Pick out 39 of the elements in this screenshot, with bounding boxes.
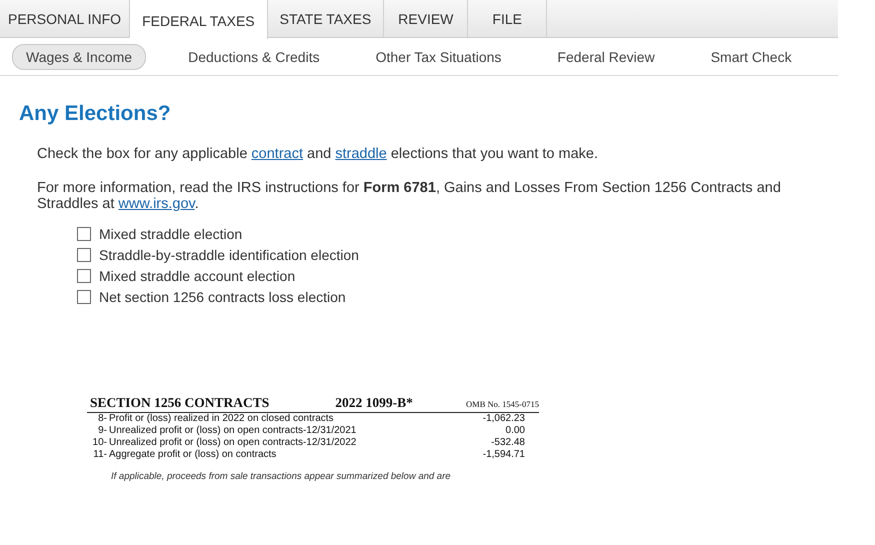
checkbox[interactable] <box>77 269 91 283</box>
checkbox-label: Mixed straddle election <box>99 226 242 242</box>
checkbox[interactable] <box>77 227 91 241</box>
line-amount: -1,594.71 <box>482 449 525 461</box>
line-label: Unrealized profit or (loss) on open contracts-12/31/2022 <box>109 437 358 449</box>
line-number: 9- <box>97 425 108 437</box>
checkbox-label: Mixed straddle account election <box>99 268 296 284</box>
line-number: 11- <box>92 449 108 461</box>
form-note: If applicable, proceeds from sale transactions appear summarized below and are <box>111 471 452 482</box>
instruction-text: Check the box for any applicable contract and straddle elections that you want to make. <box>37 146 600 162</box>
checkbox[interactable] <box>77 290 91 304</box>
subnav-tab[interactable]: Deductions & Credits <box>174 44 334 70</box>
line-number: 8- <box>97 413 108 425</box>
nav-tab[interactable]: STATE TAXES <box>268 0 384 37</box>
checkbox-label: Straddle-by-straddle identification election <box>99 247 359 263</box>
text-link[interactable]: straddle <box>335 146 387 162</box>
checkbox[interactable] <box>77 248 91 262</box>
line-amount: -532.48 <box>490 437 525 449</box>
checkbox-label: Net section 1256 contracts loss election <box>99 289 346 305</box>
line-number: 10- <box>92 437 108 449</box>
omb-number: OMB No. 1545-0715 <box>466 399 539 409</box>
form-title: SECTION 1256 CONTRACTS <box>90 395 270 411</box>
nav-tab[interactable]: FILE <box>468 0 547 37</box>
form-name: 2022 1099-B* <box>335 395 413 411</box>
page-heading: Any Elections? <box>19 102 172 126</box>
line-label: Unrealized profit or (loss) on open contracts-12/31/2021 <box>109 425 358 437</box>
line-label: Aggregate profit or (loss) on contracts <box>109 449 278 461</box>
subnav-tab[interactable]: Federal Review <box>543 44 669 70</box>
nav-tab[interactable]: FEDERAL TAXES <box>130 0 268 39</box>
nav-tab[interactable]: REVIEW <box>384 0 468 37</box>
instruction-text: For more information, read the IRS instructions for Form 6781, Gains and Losses From Section 1256 Contracts and Straddles at www.irs.gov. <box>37 180 782 212</box>
line-amount: 0.00 <box>504 425 525 437</box>
text-link[interactable]: contract <box>251 146 303 162</box>
subnav-tab[interactable]: Smart Check <box>696 44 806 70</box>
text-link[interactable]: www.irs.gov <box>118 196 195 212</box>
subnav-tab[interactable]: Wages & Income <box>12 44 146 70</box>
line-amount: -1,062.23 <box>482 413 525 425</box>
subnav-tab[interactable]: Other Tax Situations <box>362 44 516 70</box>
line-label: Profit or (loss) realized in 2022 on closed contracts <box>109 413 335 425</box>
